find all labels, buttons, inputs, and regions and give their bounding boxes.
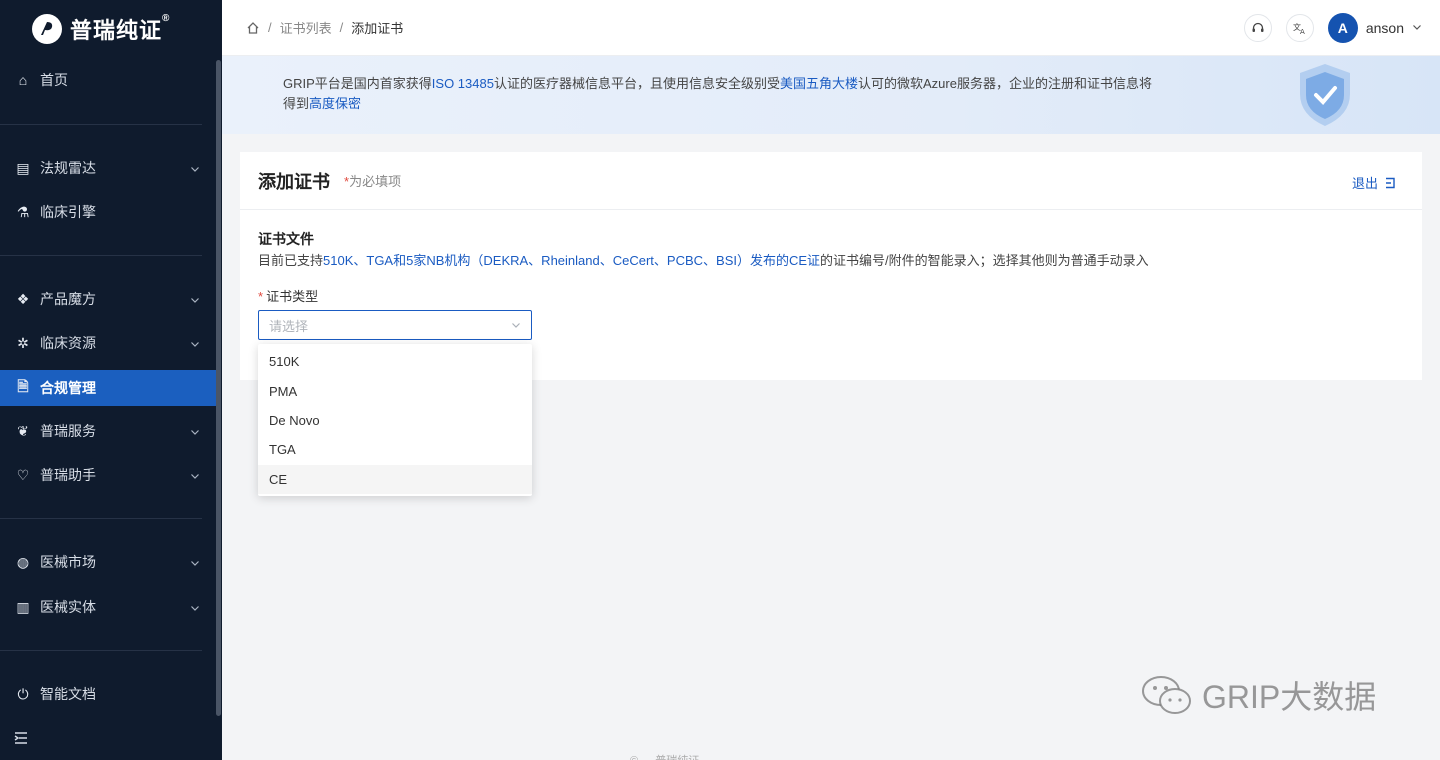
dropdown-option[interactable]: PMA <box>258 376 532 405</box>
wechat-icon <box>1142 676 1191 714</box>
footer-text: © … 普瑞纯证 … <box>630 752 713 760</box>
dropdown-option[interactable]: CE <box>258 464 532 494</box>
sidebar-item-0[interactable]: ⌂ 首页 <box>0 62 216 98</box>
breadcrumb-current: 添加证书 <box>351 21 404 36</box>
cube-icon: ❖ <box>16 290 30 307</box>
sidebar-item-label: 临床资源 <box>40 335 96 351</box>
sidebar-item-3[interactable]: ❖ 产品魔方 <box>0 281 216 317</box>
required-star: * <box>258 289 264 304</box>
home-icon: ⌂ <box>18 72 28 88</box>
chevron-down-icon <box>190 555 200 571</box>
banner-highlight-pentagon: 美国五角大楼 <box>779 76 858 91</box>
sidebar-item-6[interactable]: ❦ 普瑞服务 <box>0 413 216 449</box>
app-logo[interactable]: 普瑞纯证® <box>0 0 222 58</box>
dropdown-option[interactable]: TGA <box>258 435 532 464</box>
banner-highlight-iso: ISO 13485 <box>431 76 494 91</box>
svg-text:A: A <box>1300 28 1305 35</box>
desc-text: 的证书编号/附件的智能录入；选择其他则为普通手动录入 <box>820 253 1149 268</box>
security-banner: GRIP平台是国内首家获得ISO 13485认证的医疗器械信息平台，且使用信息安… <box>222 56 1440 134</box>
chevron-down-icon <box>190 161 200 177</box>
chevron-down-icon <box>512 323 520 328</box>
nav-divider <box>0 255 202 256</box>
heart-icon: ♡ <box>16 466 30 483</box>
sidebar-item-8[interactable]: ◍ 医械市场 <box>0 544 216 580</box>
translate-icon[interactable]: 文A <box>1285 14 1314 42</box>
building-icon: ▥ <box>16 598 30 615</box>
leaf-icon: ❦ <box>17 422 29 439</box>
sidebar-scrollbar[interactable] <box>216 60 221 716</box>
sidebar-item-label: 合规管理 <box>40 380 96 396</box>
breadcrumb-cert-list[interactable]: 证书列表 <box>280 18 332 37</box>
home-icon[interactable] <box>246 21 260 35</box>
user-name[interactable]: anson <box>1366 20 1404 36</box>
banner-text: GRIP平台是国内首家获得ISO 13485认证的医疗器械信息平台，且使用信息安… <box>283 74 1153 114</box>
logo-mark-icon <box>32 14 62 44</box>
sidebar-item-label: 普瑞助手 <box>40 467 96 483</box>
nav-divider <box>0 518 202 519</box>
gear-icon: ✲ <box>17 334 29 351</box>
watermark-text: GRIP大数据 <box>1202 679 1377 715</box>
certificate-type-label: * 证书类型 <box>258 286 318 305</box>
sidebar-item-label: 首页 <box>40 72 68 88</box>
certificate-type-dropdown: 510K PMA De Novo TGA CE <box>258 344 532 496</box>
select-placeholder: 请选择 <box>269 318 309 334</box>
radar-icon: ▤ <box>16 159 30 176</box>
sidebar-item-9[interactable]: ▥ 医械实体 <box>0 589 216 625</box>
banner-highlight-confidential: 高度保密 <box>309 96 362 111</box>
banner-text-part: GRIP平台是国内首家获得 <box>283 76 432 91</box>
sidebar-item-label: 法规雷达 <box>40 160 96 176</box>
wechat-watermark: GRIP大数据 <box>1140 672 1376 718</box>
certificate-type-select[interactable]: 请选择 <box>258 310 532 340</box>
banner-text-part: 认证的医疗器械信息平台，且使用信息安全级别受 <box>493 76 780 91</box>
nav-divider <box>0 124 202 125</box>
sidebar-item-1[interactable]: ▤ 法规雷达 <box>0 150 216 186</box>
desc-highlight: 510K、TGA和5家NB机构（DEKRA、Rheinland、CeCert、P… <box>323 253 821 268</box>
page-title: 添加证书 <box>258 171 330 192</box>
top-header: / 证书列表 / 添加证书 文A A anson <box>222 0 1440 56</box>
required-note: *为必填项 <box>344 171 401 190</box>
required-note-text: 为必填项 <box>349 174 402 189</box>
chevron-down-icon <box>190 292 200 308</box>
logo-text: 普瑞纯证® <box>70 13 171 43</box>
dropdown-option[interactable]: 510K <box>258 347 532 376</box>
chevron-down-icon <box>190 468 200 484</box>
flask-icon: ⚗ <box>16 203 30 220</box>
exit-button[interactable]: 退出 <box>1352 173 1396 192</box>
exit-label: 退出 <box>1351 176 1378 191</box>
section-title: 证书文件 <box>258 231 314 247</box>
chevron-down-icon <box>190 600 200 616</box>
field-label-text: 证书类型 <box>266 289 319 304</box>
sidebar: 普瑞纯证® ⌂ 首页 ▤ 法规雷达 ⚗ 临床引擎 ❖ 产品魔方 ✲ 临床资源 🗎 合规管理 ❦ 普瑞服务 ♡… <box>0 0 222 760</box>
plug-icon: ⏻ <box>17 685 29 702</box>
sidebar-item-label: 普瑞服务 <box>40 423 96 439</box>
sidebar-item-5[interactable]: 🗎 合规管理 <box>0 370 216 406</box>
menu-collapse-icon[interactable] <box>14 731 30 747</box>
card-header: 添加证书 *为必填项 退出 <box>240 152 1422 210</box>
sidebar-item-label: 临床引擎 <box>40 204 96 220</box>
sidebar-item-4[interactable]: ✲ 临床资源 <box>0 325 216 361</box>
dropdown-option[interactable]: De Novo <box>258 406 532 435</box>
breadcrumb-separator: / <box>268 20 272 35</box>
headset-icon[interactable] <box>1243 14 1272 42</box>
sidebar-item-label: 智能文档 <box>40 686 96 702</box>
breadcrumb-separator: / <box>339 20 344 35</box>
section-description: 目前已支持510K、TGA和5家NB机构（DEKRA、Rheinland、CeC… <box>258 250 1149 269</box>
sidebar-item-10[interactable]: ⏻ 智能文档 <box>0 676 216 712</box>
desc-text: 目前已支持 <box>258 253 324 268</box>
globe-icon: ◍ <box>16 553 30 570</box>
avatar[interactable]: A <box>1327 13 1358 43</box>
chevron-down-icon <box>190 336 200 352</box>
shield-icon <box>1300 64 1350 126</box>
chevron-down-icon[interactable] <box>1412 19 1422 37</box>
sidebar-item-label: 医械实体 <box>40 599 96 615</box>
sidebar-item-2[interactable]: ⚗ 临床引擎 <box>0 194 216 230</box>
breadcrumb: / 证书列表 / 添加证书 <box>222 18 403 37</box>
exit-icon <box>1386 177 1395 188</box>
sidebar-item-7[interactable]: ♡ 普瑞助手 <box>0 457 216 493</box>
document-icon: 🗎 <box>17 378 29 394</box>
nav-divider <box>0 650 202 651</box>
sidebar-item-label: 医械市场 <box>40 554 96 570</box>
chevron-down-icon <box>190 424 200 440</box>
sidebar-item-label: 产品魔方 <box>40 291 96 307</box>
